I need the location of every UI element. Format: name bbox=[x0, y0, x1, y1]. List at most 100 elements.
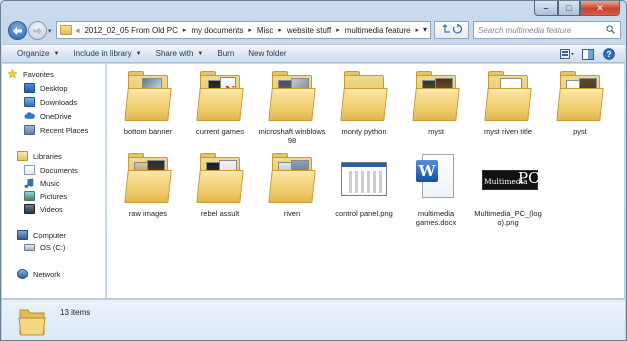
breadcrumb-item[interactable]: Misc ▸ bbox=[257, 26, 287, 35]
nav-onedrive[interactable]: OneDrive bbox=[24, 111, 72, 121]
folder-icon bbox=[120, 150, 176, 206]
item-label: pyst bbox=[573, 127, 587, 136]
breadcrumb-item[interactable]: multimedia feature ▸ bbox=[345, 26, 424, 35]
address-bar[interactable]: « 2012_02_05 From Old PC ▸ my documents ▸ … bbox=[56, 21, 431, 39]
documents-icon bbox=[24, 165, 35, 175]
chevron-right-icon[interactable]: ▸ bbox=[278, 26, 282, 34]
refresh-icon bbox=[442, 24, 462, 34]
nav-favorites[interactable]: Favorites bbox=[7, 69, 54, 79]
folder-item[interactable]: myst bbox=[401, 68, 471, 136]
nav-label: Desktop bbox=[40, 83, 68, 93]
search-input[interactable] bbox=[478, 25, 603, 35]
folder-item[interactable]: myst riven title bbox=[473, 68, 543, 136]
item-label: current games bbox=[196, 127, 244, 136]
organize-button[interactable]: Organize ▼ bbox=[10, 45, 66, 62]
nav-os-c[interactable]: OS (C:) bbox=[24, 243, 65, 252]
chevron-down-icon: ▼ bbox=[197, 50, 204, 57]
new-folder-button[interactable]: New folder bbox=[241, 45, 293, 62]
png-file-item[interactable]: control panel.png bbox=[329, 150, 399, 218]
nav-computer[interactable]: Computer bbox=[17, 230, 66, 240]
drive-icon bbox=[24, 244, 35, 251]
chevron-right-icon[interactable]: ▸ bbox=[336, 26, 340, 34]
nav-documents[interactable]: Documents bbox=[24, 165, 78, 175]
breadcrumb-label: multimedia feature bbox=[344, 25, 411, 35]
organize-label: Organize bbox=[17, 49, 50, 58]
new-folder-label: New folder bbox=[248, 49, 287, 58]
nav-network[interactable]: Network bbox=[17, 269, 61, 279]
breadcrumb-item[interactable]: 2012_02_05 From Old PC ▸ bbox=[80, 26, 191, 35]
maximize-button[interactable]: □ bbox=[558, 1, 580, 16]
minimize-button[interactable]: – bbox=[534, 1, 558, 16]
search-icon[interactable] bbox=[606, 25, 615, 34]
include-in-library-button[interactable]: Include in library ▼ bbox=[66, 45, 148, 62]
forward-arrow-icon bbox=[33, 26, 42, 35]
folder-item[interactable]: rebel assult bbox=[185, 150, 255, 218]
change-view-button[interactable] bbox=[559, 47, 575, 61]
svg-text:?: ? bbox=[607, 50, 612, 59]
preview-pane-icon bbox=[582, 48, 594, 60]
nav-videos[interactable]: Videos bbox=[24, 204, 63, 214]
folder-icon bbox=[480, 68, 536, 124]
folder-item[interactable]: N current games bbox=[185, 68, 255, 136]
folder-item[interactable]: monty python bbox=[329, 68, 399, 136]
help-icon: ? bbox=[603, 48, 615, 60]
back-arrow-icon bbox=[13, 26, 22, 35]
breadcrumb-item[interactable]: website stuff ▸ bbox=[287, 26, 345, 35]
address-dropdown-icon[interactable]: ▾ bbox=[423, 25, 427, 34]
nav-downloads[interactable]: Downloads bbox=[24, 97, 77, 107]
breadcrumb-item[interactable]: my documents ▸ bbox=[191, 26, 257, 35]
item-label: monty python bbox=[341, 127, 387, 136]
refresh-button[interactable] bbox=[434, 21, 469, 39]
burn-label: Burn bbox=[217, 49, 235, 58]
folder-icon bbox=[192, 150, 248, 206]
png-file-item[interactable]: Multimedia PC Multimedia_PC_(logo).png bbox=[473, 150, 543, 227]
folder-item[interactable]: microshaft winblows 98 bbox=[257, 68, 327, 145]
desktop-icon bbox=[24, 83, 35, 93]
details-pane: 13 items bbox=[2, 299, 625, 340]
nav-label: Videos bbox=[40, 204, 63, 214]
nav-recent-places[interactable]: Recent Places bbox=[24, 125, 88, 135]
music-icon bbox=[24, 178, 34, 188]
folder-icon bbox=[264, 68, 320, 124]
back-button[interactable] bbox=[8, 21, 27, 40]
chevron-right-icon[interactable]: ▸ bbox=[416, 26, 420, 34]
chevron-down-icon: ▼ bbox=[135, 50, 142, 57]
explorer-window: – □ ✕ ▾ « 2012_02_05 From Old PC ▸ my doc… bbox=[0, 0, 627, 341]
help-button[interactable]: ? bbox=[601, 47, 617, 61]
item-label: control panel.png bbox=[335, 209, 393, 218]
breadcrumb-label: Misc bbox=[256, 25, 274, 35]
nav-label: Music bbox=[40, 178, 60, 188]
nav-label: Downloads bbox=[40, 97, 78, 107]
file-view: bottom banner N current games microshaft… bbox=[107, 64, 624, 298]
nav-desktop[interactable]: Desktop bbox=[24, 83, 68, 93]
folder-icon bbox=[408, 68, 464, 124]
preview-pane-button[interactable] bbox=[580, 47, 596, 61]
recent-pages-dropdown-icon[interactable]: ▾ bbox=[48, 27, 52, 35]
folder-icon bbox=[18, 309, 46, 336]
burn-button[interactable]: Burn bbox=[210, 45, 241, 62]
nav-pictures[interactable]: Pictures bbox=[24, 191, 67, 201]
nav-music[interactable]: Music bbox=[24, 178, 60, 188]
forward-button[interactable] bbox=[28, 21, 47, 40]
folder-item[interactable]: pyst bbox=[545, 68, 615, 136]
chevron-down-icon: ▼ bbox=[53, 50, 60, 57]
recent-places-icon bbox=[24, 125, 35, 135]
multimedia-pc-logo-thumbnail: Multimedia PC bbox=[480, 150, 540, 206]
item-label: Multimedia_PC_(logo).png bbox=[474, 209, 542, 227]
chevron-right-icon[interactable]: ▸ bbox=[248, 26, 252, 34]
chevron-right-icon[interactable]: ▸ bbox=[183, 26, 187, 34]
folder-item[interactable]: riven bbox=[257, 150, 327, 218]
search-box[interactable] bbox=[473, 21, 621, 39]
item-label: raw images bbox=[128, 209, 168, 218]
folder-item[interactable]: raw images bbox=[113, 150, 183, 218]
docx-file-item[interactable]: W multimedia games.docx bbox=[401, 150, 471, 227]
share-with-button[interactable]: Share with ▼ bbox=[149, 45, 211, 62]
item-label: rebel assult bbox=[200, 209, 240, 218]
breadcrumb-label: website stuff bbox=[286, 25, 332, 35]
nav-libraries[interactable]: Libraries bbox=[17, 151, 62, 161]
close-button[interactable]: ✕ bbox=[580, 1, 620, 16]
folder-item[interactable]: bottom banner bbox=[113, 68, 183, 136]
item-label: microshaft winblows 98 bbox=[258, 127, 326, 145]
breadcrumb-label: 2012_02_05 From Old PC bbox=[84, 25, 178, 35]
videos-icon bbox=[24, 204, 35, 214]
